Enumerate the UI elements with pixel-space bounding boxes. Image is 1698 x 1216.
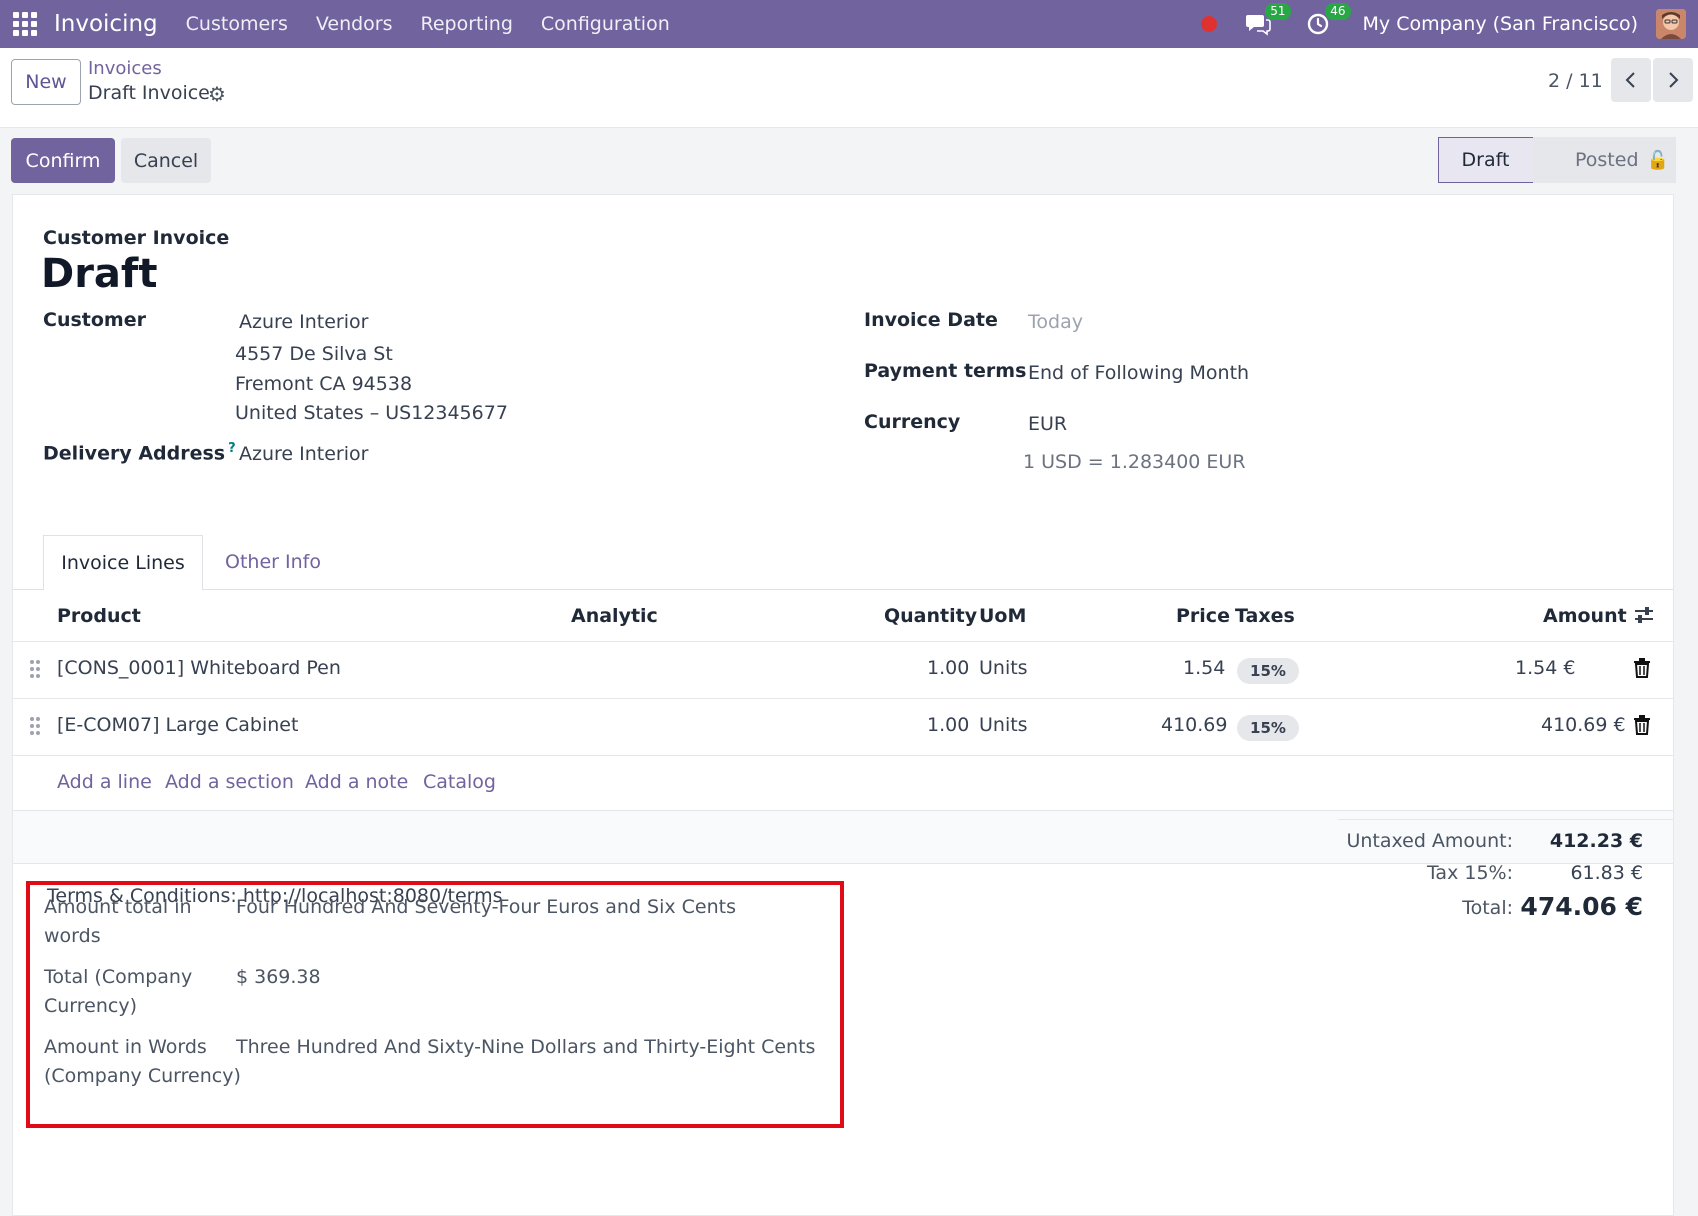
apps-menu-icon[interactable] [12, 11, 38, 37]
column-header-amount[interactable]: Amount [1543, 605, 1627, 627]
top-navbar: Invoicing Customers Vendors Reporting Co… [0, 0, 1698, 48]
line-amount: 1.54 € [1515, 657, 1576, 679]
document-type: Customer Invoice [43, 227, 230, 249]
gear-icon[interactable]: ⚙ [208, 82, 226, 106]
line-amount: 410.69 € [1541, 714, 1626, 736]
trash-icon[interactable] [1633, 658, 1651, 678]
chevron-left-icon [1625, 72, 1635, 88]
line-product[interactable]: [CONS_0001] Whiteboard Pen [57, 657, 341, 679]
status-bar: Draft Posted 🔓 [1438, 137, 1676, 183]
column-settings-icon[interactable] [1633, 604, 1655, 626]
delivery-address-label: Delivery Address? [43, 441, 236, 464]
tax-badge[interactable]: 15% [1237, 658, 1299, 684]
line-quantity[interactable]: 1.00 [927, 714, 969, 736]
tax-value: 61.83 € [1570, 862, 1643, 884]
totals-summary: Untaxed Amount: 412.23 € Tax 15%: 61.83 … [1338, 819, 1673, 949]
currency-label: Currency [864, 411, 961, 433]
chat-count-badge: 51 [1265, 3, 1291, 20]
confirm-button[interactable]: Confirm [11, 138, 115, 183]
tab-invoice-lines[interactable]: Invoice Lines [43, 535, 203, 590]
menu-configuration[interactable]: Configuration [541, 13, 670, 35]
customer-address-line: United States – US12345677 [235, 402, 508, 424]
column-header-price[interactable]: Price [1176, 605, 1230, 627]
payment-terms-label: Payment terms [864, 360, 1027, 382]
total-label: Total: [1462, 897, 1513, 919]
invoice-date-label: Invoice Date [864, 309, 998, 331]
drag-handle-icon[interactable] [29, 716, 41, 736]
chevron-right-icon [1669, 72, 1679, 88]
add-line-link[interactable]: Add a line [57, 771, 152, 793]
column-header-taxes[interactable]: Taxes [1235, 605, 1295, 627]
menu-reporting[interactable]: Reporting [421, 13, 513, 35]
tab-divider [13, 589, 1673, 590]
user-avatar[interactable] [1656, 9, 1686, 39]
pager-next-button[interactable] [1653, 58, 1693, 102]
amount-total-words-value: Four Hundred And Seventy-Four Euros and … [236, 896, 736, 918]
line-uom[interactable]: Units [979, 714, 1028, 736]
invoice-date-field[interactable]: Today [1028, 311, 1083, 333]
chat-icon[interactable]: 51 [1243, 3, 1291, 39]
line-quantity[interactable]: 1.00 [927, 657, 969, 679]
catalog-link[interactable]: Catalog [423, 771, 496, 793]
company-currency-total-label: Total (Company Currency) [44, 966, 193, 1017]
status-posted-label: Posted [1575, 149, 1639, 171]
company-currency-words-value: Three Hundred And Sixty-Nine Dollars and… [236, 1036, 816, 1058]
menu-customers[interactable]: Customers [186, 13, 288, 35]
add-section-link[interactable]: Add a section [165, 771, 294, 793]
invoice-form-sheet: Customer Invoice Draft Customer Azure In… [12, 194, 1674, 1216]
status-draft[interactable]: Draft [1438, 137, 1533, 183]
company-currency-total-value: $ 369.38 [236, 966, 321, 988]
recording-indicator-icon[interactable] [1200, 16, 1217, 32]
tax-label: Tax 15%: [1426, 862, 1513, 884]
currency-rate: 1 USD = 1.283400 EUR [1023, 451, 1246, 473]
tab-other-info[interactable]: Other Info [225, 551, 321, 573]
column-header-product[interactable]: Product [57, 605, 141, 627]
breadcrumb-current: Draft Invoice [88, 82, 210, 104]
status-draft-label: Draft [1461, 149, 1510, 171]
payment-terms-field[interactable]: End of Following Month [1028, 362, 1249, 384]
cancel-button[interactable]: Cancel [121, 138, 211, 183]
column-header-quantity[interactable]: Quantity [884, 605, 977, 627]
delivery-address-label-text: Delivery Address [43, 442, 226, 465]
app-name[interactable]: Invoicing [54, 11, 158, 37]
line-product[interactable]: [E-COM07] Large Cabinet [57, 714, 298, 736]
activity-clock-icon[interactable]: 46 [1303, 3, 1351, 39]
pager-value[interactable]: 2 / 11 [1548, 70, 1603, 92]
pager-previous-button[interactable] [1611, 58, 1651, 102]
menu-vendors[interactable]: Vendors [316, 13, 393, 35]
status-posted[interactable]: Posted 🔓 [1533, 137, 1676, 183]
control-panel: New Invoices Draft Invoice ⚙ 2 / 11 [0, 48, 1698, 128]
company-currency-words-label: Amount in Words (Company Currency) [44, 1036, 241, 1087]
currency-field[interactable]: EUR [1028, 413, 1067, 435]
delivery-address-field[interactable]: Azure Interior [239, 443, 368, 465]
trash-icon[interactable] [1633, 715, 1651, 735]
amount-in-words-highlight: Amount total in words Four Hundred And S… [26, 881, 844, 1128]
help-tooltip-icon[interactable]: ? [228, 441, 236, 456]
line-price[interactable]: 410.69 [1161, 714, 1227, 736]
drag-handle-icon[interactable] [29, 659, 41, 679]
customer-field[interactable]: Azure Interior [239, 311, 368, 333]
customer-address-line: 4557 De Silva St [235, 343, 393, 365]
customer-label: Customer [43, 309, 146, 331]
new-button[interactable]: New [11, 59, 81, 105]
page-title: Draft [41, 251, 158, 297]
tax-badge[interactable]: 15% [1237, 715, 1299, 741]
company-switcher[interactable]: My Company (San Francisco) [1363, 13, 1638, 35]
tab-invoice-lines-label: Invoice Lines [61, 551, 185, 574]
line-uom[interactable]: Units [979, 657, 1028, 679]
column-header-uom[interactable]: UoM [979, 605, 1026, 627]
breadcrumb-invoices[interactable]: Invoices [88, 58, 162, 79]
column-header-analytic[interactable]: Analytic [571, 605, 658, 627]
total-value: 474.06 € [1520, 892, 1643, 921]
unlock-icon: 🔓 [1646, 149, 1669, 171]
untaxed-amount-label: Untaxed Amount: [1346, 830, 1513, 852]
line-price[interactable]: 1.54 [1183, 657, 1225, 679]
amount-total-words-label: Amount total in words [44, 896, 192, 947]
customer-address-line: Fremont CA 94538 [235, 373, 413, 395]
untaxed-amount-value: 412.23 € [1549, 830, 1643, 852]
activity-count-badge: 46 [1325, 3, 1351, 20]
add-note-link[interactable]: Add a note [305, 771, 408, 793]
